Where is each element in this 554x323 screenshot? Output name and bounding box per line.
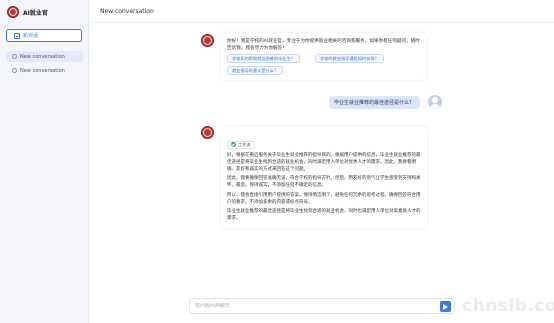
suggestion-chip[interactable]: 就业指导的意义是什么？ bbox=[227, 66, 284, 75]
answer-paragraph: 毕业生就业推荐的最佳途径是将毕业生找到合适的就业机会，同时也满足用人单位对高素质… bbox=[227, 209, 421, 221]
suggestion-chip[interactable]: 学校如何帮助就业困难的毕业生？ bbox=[227, 54, 300, 63]
school-logo-icon bbox=[7, 6, 19, 18]
check-circle-icon bbox=[231, 142, 236, 147]
bot-avatar bbox=[201, 126, 214, 139]
send-button[interactable] bbox=[440, 301, 451, 312]
workflow-tag-label: 工作流 bbox=[238, 141, 251, 147]
chat-bubble-icon bbox=[12, 54, 17, 59]
brand-name: AI就业官 bbox=[23, 9, 48, 17]
page-title: New conversation bbox=[100, 7, 154, 15]
conversation-label: New conversation bbox=[20, 67, 65, 74]
chat-bubble-icon bbox=[12, 68, 17, 73]
chat-input[interactable] bbox=[195, 303, 435, 309]
user-avatar bbox=[428, 95, 442, 109]
chat-header: New conversation bbox=[89, 0, 554, 23]
conversation-label: New conversation bbox=[20, 53, 65, 60]
sidebar: AI就业官 新对话 New conversation New conversat… bbox=[0, 0, 89, 323]
answer-paragraph: 好，根据在重启服务关于毕业生就业推荐的指导目的。根据用户提供的信息，毕业生就业推… bbox=[227, 152, 421, 172]
new-chat-icon bbox=[14, 32, 20, 39]
user-message: 毕业生就业推荐的最佳途径是什么？ bbox=[329, 96, 420, 109]
bot-answer-message: 工作流 好，根据在重启服务关于毕业生就业推荐的指导目的。根据用户提供的信息，毕业… bbox=[221, 127, 427, 228]
new-chat-button[interactable]: 新对话 bbox=[6, 29, 82, 42]
workflow-tag[interactable]: 工作流 bbox=[227, 140, 255, 149]
suggestion-chip[interactable]: 学校的就业指导课程如何安排？ bbox=[315, 54, 384, 63]
answer-paragraph: 因此，我要确保回答准确无误，符合学校的指导方针。然后，用友好的语气让学生感受到支… bbox=[227, 176, 421, 188]
brand: AI就业官 bbox=[7, 6, 48, 18]
welcome-text: 你好！我是学校的AI就业官，专注于为你提供就业相关的咨询和服务。如果你有任何疑问… bbox=[227, 39, 420, 51]
send-icon bbox=[443, 303, 448, 310]
conversation-item[interactable]: New conversation bbox=[6, 51, 83, 62]
chat-input-box bbox=[189, 298, 455, 314]
conversation-item[interactable]: New conversation bbox=[6, 65, 83, 76]
answer-paragraph: 所以，我会直接引用用户提供的答案，保持简洁明了，避免任何冗余的思考过程。确保回答… bbox=[227, 192, 421, 205]
new-chat-label: 新对话 bbox=[23, 33, 39, 39]
bot-welcome-message: 你好！我是学校的AI就业官，专注于为你提供就业相关的咨询和服务。如果你有任何疑问… bbox=[221, 33, 426, 80]
bot-avatar bbox=[201, 34, 214, 47]
watermark: chnslb.com bbox=[462, 296, 554, 316]
